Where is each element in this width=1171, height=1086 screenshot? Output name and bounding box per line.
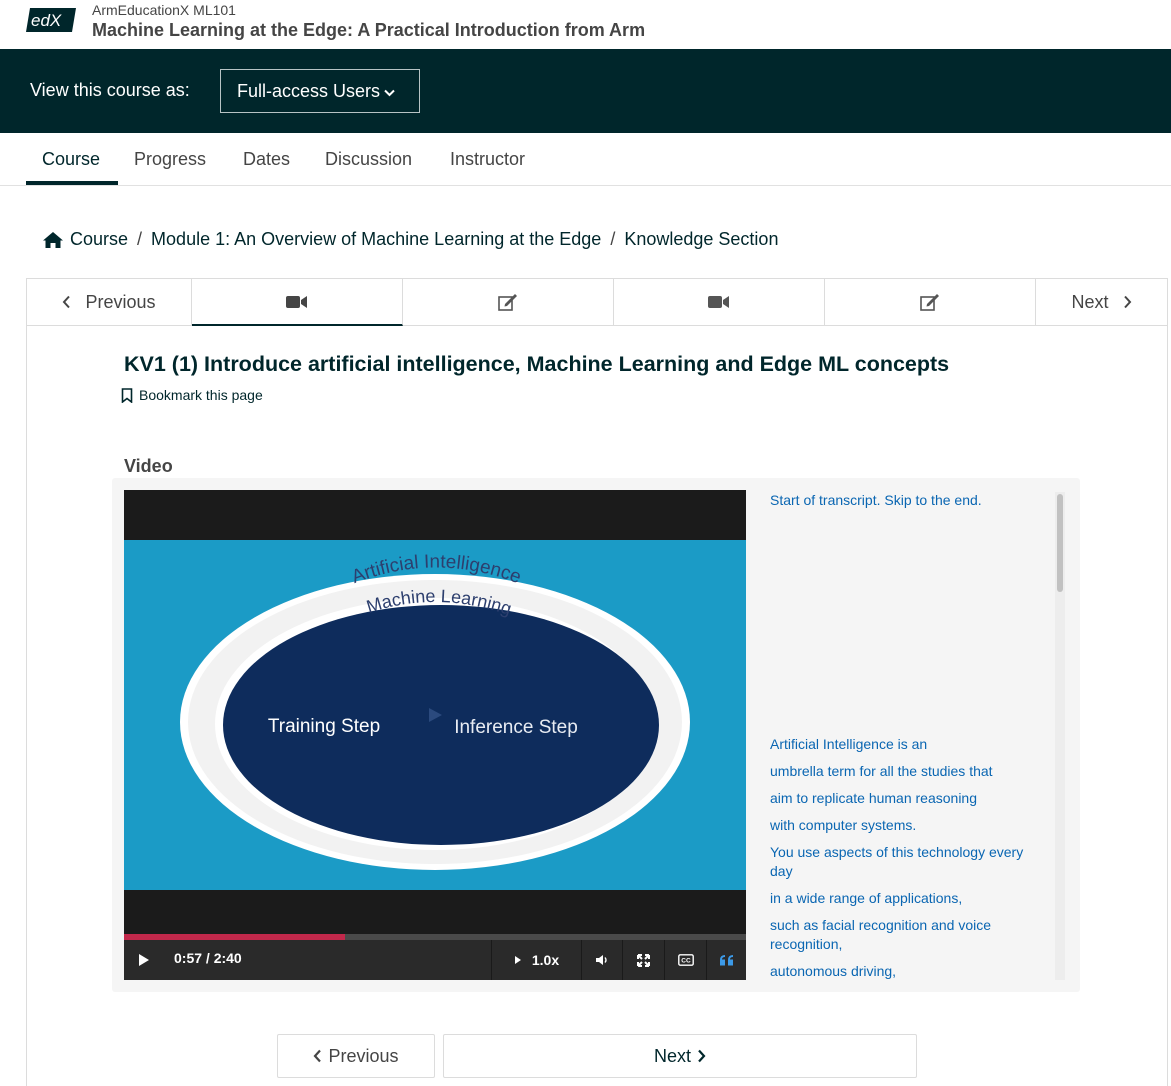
sequence-unit-1[interactable] xyxy=(192,279,403,326)
sequence-unit-3[interactable] xyxy=(614,279,825,326)
view-as-select[interactable]: Full-access Users xyxy=(220,69,420,113)
transcript-line[interactable]: with computer systems. xyxy=(770,816,1045,835)
sequence-unit-2[interactable] xyxy=(403,279,614,326)
caret-right-icon xyxy=(514,956,521,964)
logo-text: edX xyxy=(31,11,62,30)
transcript-toggle-button[interactable] xyxy=(706,940,746,980)
play-icon xyxy=(139,954,149,966)
transcript-panel: Start of transcript. Skip to the end. Ar… xyxy=(758,490,1064,980)
video-frame[interactable]: Artificial Intelligence Machine Learning… xyxy=(124,540,746,890)
transcript-skip-link[interactable]: Start of transcript. Skip to the end. xyxy=(770,492,982,508)
sequence-nav: Previous Next xyxy=(26,278,1168,326)
course-title: Machine Learning at the Edge: A Practica… xyxy=(92,20,646,40)
edx-logo[interactable]: edX xyxy=(26,6,76,34)
frame-inference-text: Inference Step xyxy=(454,717,578,738)
quote-icon xyxy=(719,954,733,965)
video-heading: Video xyxy=(124,456,173,476)
chevron-down-icon xyxy=(384,89,395,96)
speed-value: 1.0x xyxy=(531,952,560,968)
chevron-right-icon xyxy=(698,1049,706,1063)
sequence-previous-button[interactable]: Previous xyxy=(27,279,192,326)
frame-training-text: Training Step xyxy=(268,716,380,737)
view-as-banner: View this course as: Full-access Users xyxy=(0,49,1171,133)
view-as-selected: Full-access Users xyxy=(237,80,381,101)
video-icon xyxy=(286,295,307,308)
breadcrumb-separator: / xyxy=(137,229,143,249)
video-icon xyxy=(708,296,729,308)
course-tabs: Course Progress Dates Discussion Instruc… xyxy=(0,133,1171,186)
bottom-previous-label: Previous xyxy=(328,1045,399,1066)
transcript-line[interactable]: You use aspects of this technology every… xyxy=(770,843,1045,881)
volume-button[interactable] xyxy=(581,940,622,980)
captions-button[interactable]: CC xyxy=(664,940,706,980)
video-controls: 0:57 / 2:40 1.0x CC xyxy=(124,940,746,980)
speed-button[interactable]: 1.0x xyxy=(491,940,581,980)
chevron-right-icon xyxy=(1123,295,1131,309)
sequence-next-button[interactable]: Next xyxy=(1036,279,1167,326)
edit-icon xyxy=(498,294,517,311)
chevron-left-icon xyxy=(63,295,71,309)
breadcrumb-module[interactable]: Module 1: An Overview of Machine Learnin… xyxy=(151,229,601,250)
transcript-scrollbar[interactable] xyxy=(1055,492,1065,980)
transcript-line[interactable]: such as facial recognition and voice rec… xyxy=(770,916,1045,954)
transcript-line[interactable]: in a wide range of applications, xyxy=(770,889,1045,908)
bottom-next-button[interactable]: Next xyxy=(443,1034,917,1078)
transcript-scroll-thumb[interactable] xyxy=(1057,494,1063,592)
video-frame-graphic: Artificial Intelligence Machine Learning… xyxy=(180,551,690,870)
svg-text:CC: CC xyxy=(681,958,691,965)
sequence-next-label: Next xyxy=(1071,291,1109,312)
fullscreen-button[interactable] xyxy=(622,940,664,980)
home-icon[interactable] xyxy=(42,231,64,249)
sequence-unit-4[interactable] xyxy=(825,279,1036,326)
tab-progress[interactable]: Progress xyxy=(134,133,206,185)
active-tab-indicator xyxy=(26,181,118,185)
course-org: ArmEducationX ML101 xyxy=(92,2,236,18)
bottom-previous-button[interactable]: Previous xyxy=(277,1034,435,1078)
breadcrumb-course[interactable]: Course xyxy=(70,229,128,250)
closed-captions-icon: CC xyxy=(677,954,694,966)
edit-icon xyxy=(920,294,939,311)
transcript-line[interactable]: Artificial Intelligence is an xyxy=(770,735,1045,754)
breadcrumb-current: Knowledge Section xyxy=(624,229,779,249)
play-button[interactable] xyxy=(124,940,164,980)
transcript-list: Artificial Intelligence is an umbrella t… xyxy=(770,735,1045,980)
chevron-left-icon xyxy=(313,1049,322,1063)
breadcrumb: Course / Module 1: An Overview of Machin… xyxy=(42,229,778,250)
sequence-previous-label: Previous xyxy=(85,291,156,312)
bottom-next-label: Next xyxy=(653,1045,691,1066)
view-as-label: View this course as: xyxy=(30,80,190,100)
tab-dates[interactable]: Dates xyxy=(243,133,290,185)
tab-course[interactable]: Course xyxy=(42,133,100,185)
video-time: 0:57 / 2:40 xyxy=(174,950,242,966)
unit-title: KV1 (1) Introduce artificial intelligenc… xyxy=(124,352,950,376)
tab-instructor[interactable]: Instructor xyxy=(450,133,525,185)
breadcrumb-separator: / xyxy=(610,229,616,249)
tab-discussion[interactable]: Discussion xyxy=(325,133,412,185)
fullscreen-icon xyxy=(637,953,650,967)
bookmark-button[interactable]: Bookmark this page xyxy=(121,387,263,403)
bookmark-label: Bookmark this page xyxy=(139,387,263,403)
transcript-line[interactable]: aim to replicate human reasoning xyxy=(770,789,1045,808)
bookmark-icon xyxy=(121,387,133,403)
transcript-line[interactable]: autonomous driving, xyxy=(770,962,1045,980)
volume-icon xyxy=(596,955,607,965)
transcript-line[interactable]: umbrella term for all the studies that xyxy=(770,762,1045,781)
site-header: edX ArmEducationX ML101 Machine Learning… xyxy=(0,0,1171,49)
